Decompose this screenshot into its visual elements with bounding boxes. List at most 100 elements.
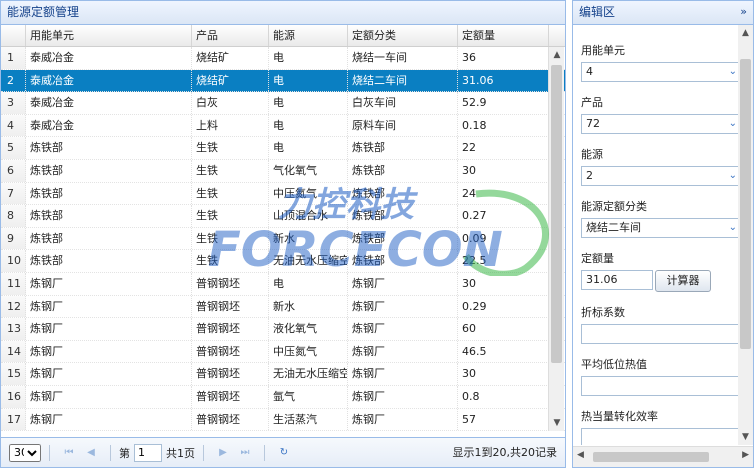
- quota-class-cell: 炼钢厂: [348, 272, 458, 295]
- page-size-select[interactable]: 30: [9, 443, 41, 462]
- efficiency-input[interactable]: [581, 428, 739, 445]
- row-number: 2: [1, 69, 26, 92]
- col-header-energy[interactable]: 能源: [269, 25, 348, 46]
- energy-select-value: 2: [586, 169, 593, 182]
- col-header-unit[interactable]: 用能单元: [26, 25, 192, 46]
- product-cell: 烧结矿: [192, 47, 269, 69]
- energy-select[interactable]: 2 ⌄: [581, 166, 739, 186]
- quota-class-cell: 烧结二车间: [348, 69, 458, 92]
- form-horizontal-scrollbar[interactable]: ◀ ▶: [573, 446, 753, 467]
- quota-row: 31.06 计算器: [581, 270, 739, 292]
- table-row[interactable]: 8 炼铁部 生铁 山顶混合水 炼铁部 0.27: [1, 205, 565, 228]
- scroll-right-icon[interactable]: ▶: [742, 450, 749, 460]
- col-header-quota[interactable]: 定额量: [458, 25, 549, 46]
- product-cell: 上料: [192, 114, 269, 137]
- quota-class-cell: 炼铁部: [348, 227, 458, 250]
- scroll-up-icon[interactable]: ▲: [738, 25, 753, 41]
- quota-class-cell: 炼铁部: [348, 182, 458, 205]
- scrollbar-thumb[interactable]: [593, 452, 709, 462]
- form-vertical-scrollbar[interactable]: ▲ ▼: [738, 25, 753, 445]
- table-row[interactable]: 13 炼钢厂 普钢钢坯 液化氧气 炼钢厂 60: [1, 318, 565, 341]
- energy-cell: 电: [269, 272, 348, 295]
- table-row[interactable]: 12 炼钢厂 普钢钢坯 新水 炼钢厂 0.29: [1, 295, 565, 319]
- table-row[interactable]: 2 泰威冶金 烧结矿电烧结二车间 31.06: [1, 69, 565, 93]
- quota-class-select-value: 烧结二车间: [586, 221, 641, 234]
- row-number: 16: [1, 385, 26, 408]
- table-row[interactable]: 15 炼钢厂 普钢钢坯 无油无水压缩空 炼钢厂 30: [1, 363, 565, 386]
- quota-class-cell: 炼铁部: [348, 205, 458, 227]
- quota-cell: 0.18: [458, 114, 549, 137]
- quota-cell: 30: [458, 363, 549, 385]
- table-row[interactable]: 11 炼钢厂 普钢钢坯电炼钢厂 30: [1, 272, 565, 296]
- separator: [203, 444, 204, 461]
- first-page-icon[interactable]: ⏮: [61, 445, 77, 461]
- product-select[interactable]: 72 ⌄: [581, 114, 739, 134]
- chevron-down-icon[interactable]: ⌄: [729, 219, 737, 237]
- unit-select[interactable]: 4 ⌄: [581, 62, 739, 82]
- row-number: 10: [1, 250, 26, 272]
- next-page-icon[interactable]: ▶: [215, 445, 231, 461]
- unit-cell: 炼钢厂: [26, 408, 192, 431]
- heat-value-input[interactable]: [581, 376, 739, 396]
- quota-class-select[interactable]: 烧结二车间 ⌄: [581, 218, 739, 238]
- row-number: 15: [1, 363, 26, 385]
- grid-vertical-scrollbar[interactable]: ▲ ▼: [548, 47, 564, 431]
- quota-label: 定额量: [581, 252, 614, 265]
- energy-cell: 新水: [269, 227, 348, 250]
- unit-select-value: 4: [586, 65, 593, 78]
- table-row[interactable]: 3 泰威冶金 白灰电白灰车间 52.9: [1, 92, 565, 115]
- edit-panel: 编辑区 » 用能单元 4 ⌄ 产品 72 ⌄ 能源 2 ⌄ 能源定额分类 烧结二…: [572, 0, 754, 468]
- last-page-icon[interactable]: ⏭: [237, 445, 253, 461]
- product-label: 产品: [581, 96, 603, 109]
- row-number: 14: [1, 340, 26, 363]
- scroll-down-icon[interactable]: ▼: [738, 429, 753, 445]
- table-row[interactable]: 4 泰威冶金 上料电原料车间 0.18: [1, 114, 565, 138]
- table-row[interactable]: 10 炼铁部 生铁 无油无水压缩空 炼铁部 22.5: [1, 250, 565, 273]
- scroll-left-icon[interactable]: ◀: [577, 450, 584, 460]
- chevron-down-icon[interactable]: ⌄: [729, 63, 737, 81]
- table-row[interactable]: 9 炼铁部 生铁 新水 炼铁部 0.09: [1, 227, 565, 251]
- scrollbar-thumb[interactable]: [740, 59, 751, 349]
- table-row[interactable]: 17 炼钢厂 普钢钢坯 生活蒸汽 炼钢厂 57: [1, 408, 565, 432]
- unit-cell: 炼钢厂: [26, 385, 192, 408]
- col-header-rownum: [1, 25, 26, 46]
- table-row[interactable]: 7 炼铁部 生铁 中压氮气 炼铁部 24: [1, 182, 565, 206]
- scrollbar-thumb[interactable]: [551, 65, 562, 363]
- row-number: 7: [1, 182, 26, 205]
- quota-grid: 用能单元 产品 能源 定额分类 定额量 1 泰威冶金 烧结矿电烧结一车间 36 2 泰威冶…: [1, 25, 565, 435]
- prev-page-icon[interactable]: ◀: [83, 445, 99, 461]
- chevron-down-icon[interactable]: ⌄: [729, 115, 737, 133]
- page-number-input[interactable]: [134, 443, 162, 462]
- panel-title: 能源定额管理: [1, 1, 565, 25]
- table-row[interactable]: 14 炼钢厂 普钢钢坯 中压氮气 炼钢厂 46.5: [1, 340, 565, 364]
- refresh-icon[interactable]: ↻: [276, 445, 292, 461]
- scroll-up-icon[interactable]: ▲: [549, 47, 565, 63]
- unit-cell: 炼钢厂: [26, 295, 192, 318]
- col-header-quota-class[interactable]: 定额分类: [348, 25, 458, 46]
- quota-input[interactable]: 31.06: [581, 270, 653, 290]
- unit-cell: 炼钢厂: [26, 272, 192, 295]
- heat-value-label: 平均低位热值: [581, 358, 647, 371]
- row-number: 8: [1, 205, 26, 227]
- calculator-button[interactable]: 计算器: [655, 270, 711, 292]
- table-row[interactable]: 16 炼钢厂 普钢钢坯 氩气 炼钢厂 0.8: [1, 385, 565, 409]
- table-row[interactable]: 5 炼铁部 生铁电炼铁部 22: [1, 137, 565, 160]
- scroll-down-icon[interactable]: ▼: [549, 415, 565, 431]
- chevron-down-icon[interactable]: ⌄: [729, 167, 737, 185]
- quota-cell: 0.09: [458, 227, 549, 250]
- collapse-icon[interactable]: »: [740, 5, 747, 18]
- row-number: 6: [1, 159, 26, 182]
- row-number: 9: [1, 227, 26, 250]
- unit-cell: 炼铁部: [26, 137, 192, 159]
- quota-class-label: 能源定额分类: [581, 200, 647, 213]
- quota-class-cell: 炼钢厂: [348, 363, 458, 385]
- quota-cell: 52.9: [458, 92, 549, 114]
- table-row[interactable]: 6 炼铁部 生铁 气化氧气 炼铁部 30: [1, 159, 565, 183]
- quota-cell: 30: [458, 272, 549, 295]
- coef-input[interactable]: [581, 324, 739, 344]
- table-row[interactable]: 1 泰威冶金 烧结矿电烧结一车间 36: [1, 47, 565, 70]
- col-header-product[interactable]: 产品: [192, 25, 269, 46]
- row-number: 11: [1, 272, 26, 295]
- energy-cell: 液化氧气: [269, 318, 348, 340]
- quota-cell: 60: [458, 318, 549, 340]
